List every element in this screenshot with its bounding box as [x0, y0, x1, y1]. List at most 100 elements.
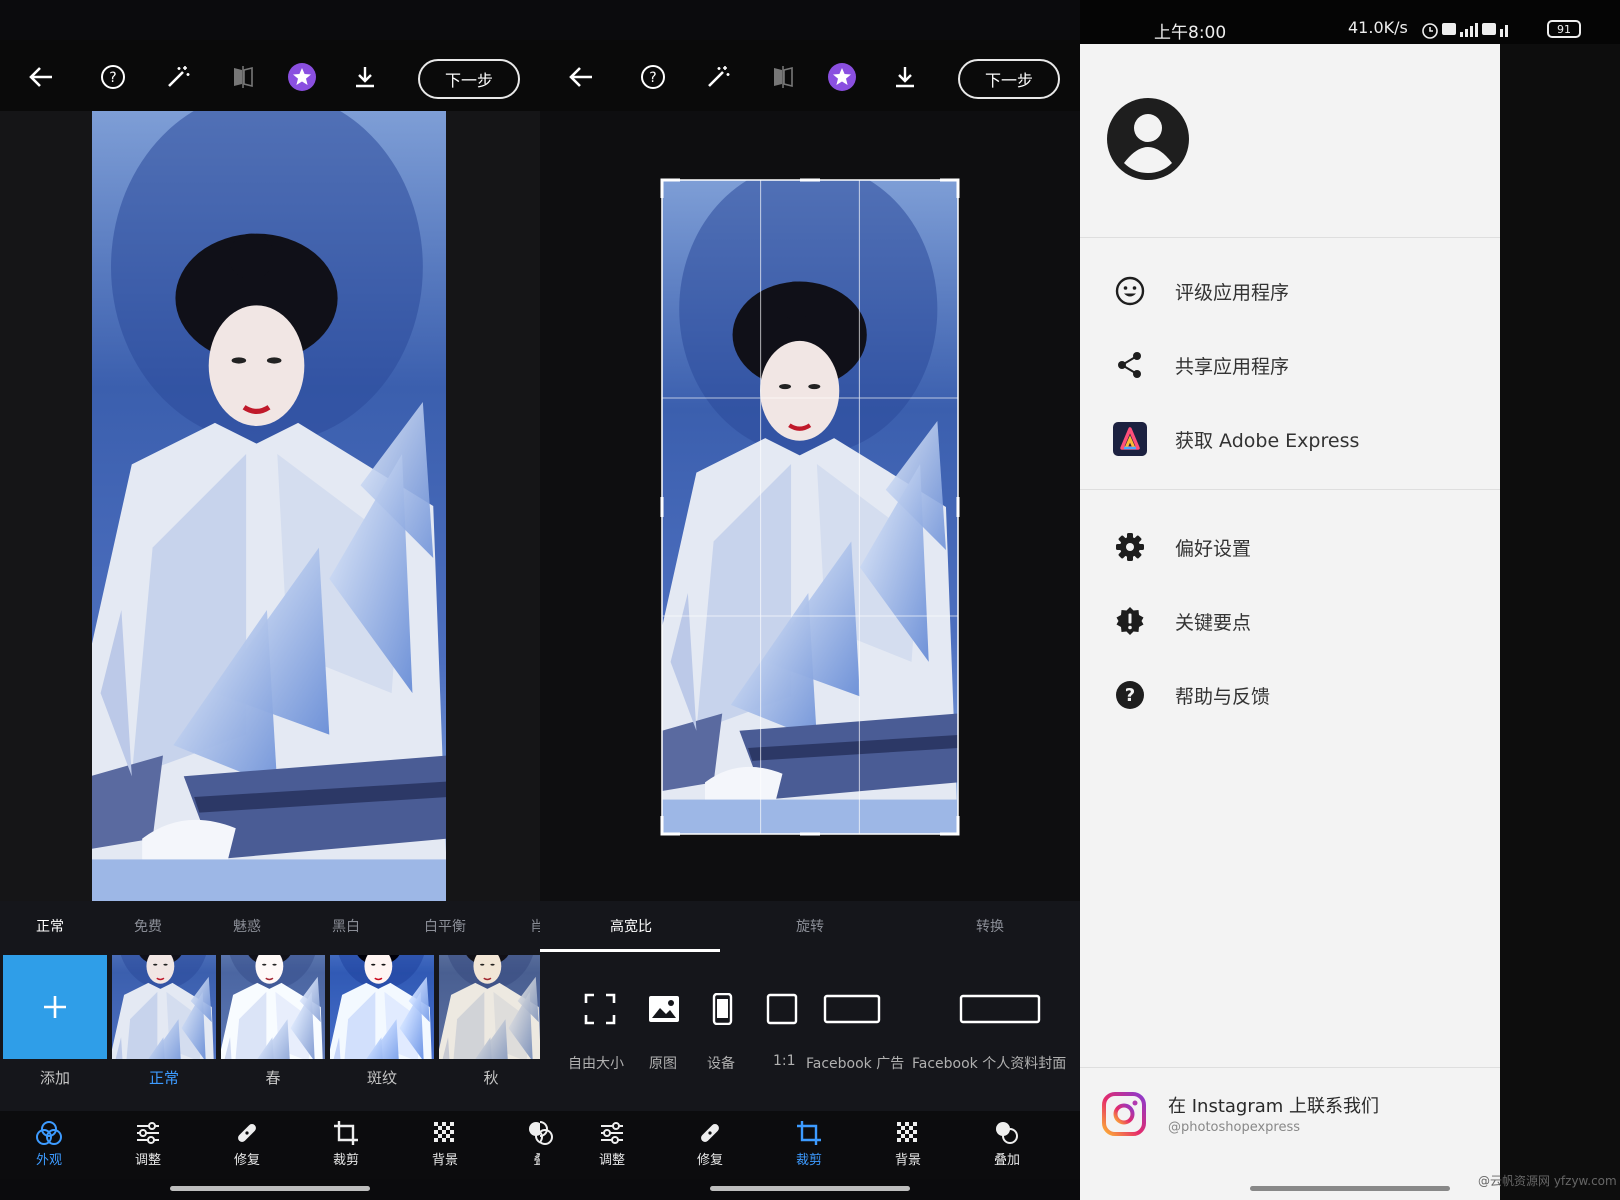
looks-category-tabs: 正常 免费 魅惑 黑白 白平衡 肖 [0, 901, 540, 953]
ratio-facebook-ad[interactable]: Facebook 广告 [802, 993, 904, 1072]
crop-icon [334, 1121, 358, 1145]
menu-label: 帮助与反馈 [1175, 685, 1271, 708]
tab-white-balance[interactable]: 白平衡 [424, 916, 466, 936]
ratio-device[interactable]: 设备 [692, 993, 752, 1072]
drawer-scrim[interactable] [1500, 44, 1620, 1200]
instagram-handle: @photoshopexpress [1168, 1120, 1301, 1135]
back-arrow-icon[interactable] [560, 56, 602, 98]
nav-blend[interactable]: 叠 [510, 1119, 540, 1168]
back-arrow-icon[interactable] [20, 56, 62, 98]
sliders-icon [137, 1122, 159, 1144]
top-toolbar: ? 下一步 [540, 40, 1080, 114]
nav-adjust[interactable]: 调整 [582, 1119, 642, 1168]
nav-label: 调整 [598, 1153, 625, 1168]
ratio-label: 自由大小 [568, 1056, 624, 1072]
look-thumb-autumn[interactable] [439, 955, 540, 1059]
nav-background[interactable]: 背景 [415, 1119, 475, 1168]
menu-label: 共享应用程序 [1175, 355, 1290, 378]
nav-crop[interactable]: 裁剪 [316, 1119, 376, 1168]
help-icon[interactable]: ? [92, 56, 134, 98]
menu-label: 评级应用程序 [1175, 281, 1290, 304]
menu-get-adobe-express[interactable]: 获取 Adobe Express [1080, 409, 1500, 469]
edited-photo [92, 111, 446, 901]
tab-charm[interactable]: 魅惑 [233, 916, 261, 936]
thumb-label-normal: 正常 [148, 1069, 179, 1087]
tab-free[interactable]: 免费 [134, 916, 162, 936]
premium-star-icon[interactable] [821, 56, 863, 98]
settings-drawer-screen: 上午8:00 41.0K/s 91 评级应用程序 共享应用程序 获取 Adobe… [1080, 0, 1620, 1200]
download-icon[interactable] [884, 56, 926, 98]
divider [1080, 237, 1500, 238]
nav-heal[interactable]: 修复 [217, 1119, 277, 1168]
nav-background[interactable]: 背景 [878, 1119, 938, 1168]
image-icon [649, 996, 679, 1022]
ratio-original[interactable]: 原图 [634, 993, 694, 1072]
background-icon [434, 1122, 454, 1142]
ratio-label: 原图 [649, 1056, 677, 1072]
menu-label: 获取 Adobe Express [1175, 429, 1360, 452]
look-thumb-spring[interactable] [221, 955, 325, 1059]
tab-normal[interactable]: 正常 [36, 916, 64, 936]
magic-wand-icon[interactable] [157, 56, 199, 98]
top-toolbar: ? 下一步 [0, 40, 540, 114]
crop-canvas[interactable] [540, 111, 1080, 901]
phone-icon [712, 993, 733, 1025]
tab-black-white[interactable]: 黑白 [332, 916, 360, 936]
ratio-facebook-cover[interactable]: Facebook 个人资料封面 [912, 993, 1080, 1072]
divider [1080, 489, 1500, 490]
menu-label: 关键要点 [1175, 611, 1252, 634]
menu-key-points[interactable]: 关键要点 [1080, 591, 1500, 651]
svg-text:?: ? [109, 70, 116, 86]
download-icon[interactable] [344, 56, 386, 98]
ratio-label: 设备 [707, 1056, 735, 1072]
blend-icon [529, 1122, 540, 1144]
nav-crop[interactable]: 裁剪 [779, 1119, 839, 1168]
crop-grid-overlay[interactable] [660, 178, 960, 836]
home-indicator[interactable] [170, 1186, 370, 1191]
share-icon [1113, 348, 1147, 382]
nav-label: 叠加 [993, 1153, 1020, 1168]
nav-label: 修复 [696, 1153, 723, 1168]
add-look-button[interactable] [3, 955, 107, 1059]
menu-preferences[interactable]: 偏好设置 [1080, 517, 1500, 577]
nav-looks-partial[interactable] [540, 1119, 570, 1147]
avatar-icon[interactable] [1106, 97, 1190, 181]
home-indicator[interactable] [710, 1186, 910, 1191]
nav-looks[interactable]: 外观 [19, 1119, 79, 1168]
nav-label: 调整 [134, 1153, 161, 1168]
tab-transform[interactable]: 转换 [976, 916, 1004, 936]
smiley-icon [1113, 274, 1147, 308]
tab-portrait[interactable]: 肖 [530, 916, 540, 936]
menu-rate-app[interactable]: 评级应用程序 [1080, 261, 1500, 321]
background-icon [897, 1122, 917, 1142]
next-step-button[interactable]: 下一步 [418, 59, 520, 99]
nav-blend[interactable]: 叠加 [977, 1119, 1037, 1168]
nav-adjust[interactable]: 调整 [118, 1119, 178, 1168]
help-icon[interactable]: ? [632, 56, 674, 98]
menu-help-feedback[interactable]: ? 帮助与反馈 [1080, 665, 1500, 725]
wide-rect-icon [823, 994, 881, 1024]
home-indicator[interactable] [1250, 1186, 1450, 1191]
photo-canvas[interactable] [0, 111, 540, 901]
instagram-icon [1102, 1092, 1146, 1136]
look-thumb-normal[interactable] [112, 955, 216, 1059]
battery-icon: 91 [1547, 20, 1581, 38]
instagram-contact-link[interactable]: 在 Instagram 上联系我们 @photoshopexpress [1080, 1088, 1500, 1164]
bandage-icon [238, 1124, 256, 1142]
divider [1080, 1067, 1500, 1068]
square-icon [766, 993, 798, 1025]
free-size-icon [584, 993, 616, 1025]
tab-rotate[interactable]: 旋转 [796, 916, 824, 936]
thumb-label-stripes: 斑纹 [366, 1069, 397, 1087]
ratio-free-size[interactable]: 自由大小 [562, 993, 638, 1072]
menu-share-app[interactable]: 共享应用程序 [1080, 335, 1500, 395]
nav-label: 外观 [35, 1153, 62, 1168]
premium-star-icon[interactable] [281, 56, 323, 98]
compare-icon[interactable] [222, 56, 264, 98]
magic-wand-icon[interactable] [697, 56, 739, 98]
compare-icon[interactable] [762, 56, 804, 98]
nav-heal[interactable]: 修复 [680, 1119, 740, 1168]
tab-aspect-ratio[interactable]: 高宽比 [610, 916, 652, 936]
look-thumb-stripes[interactable] [330, 955, 434, 1059]
next-step-button[interactable]: 下一步 [958, 59, 1060, 99]
